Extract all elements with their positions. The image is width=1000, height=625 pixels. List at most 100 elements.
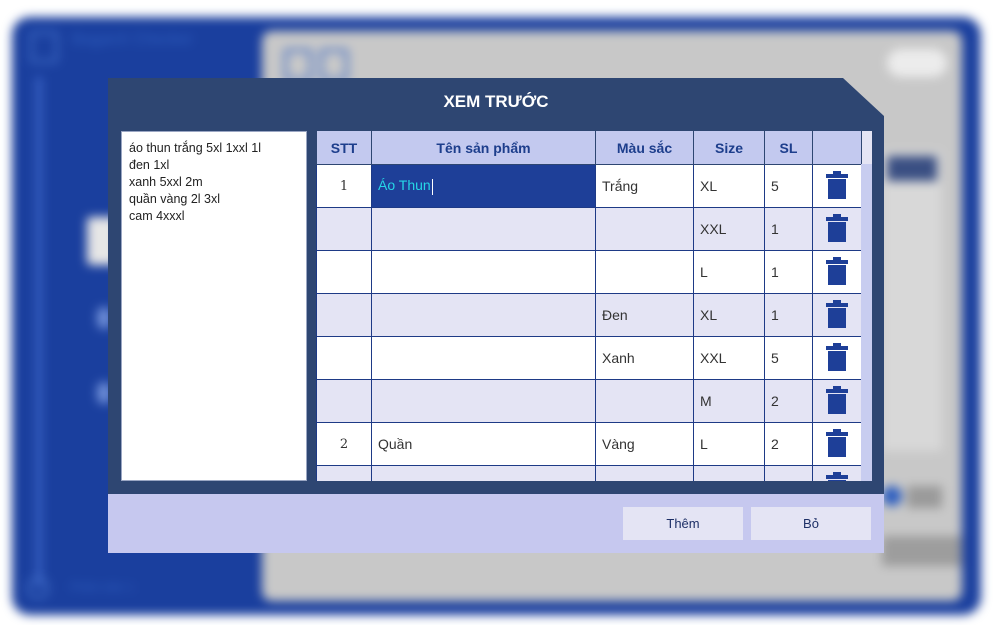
- delete-cell: [812, 422, 862, 466]
- background-button: [907, 486, 942, 508]
- preview-table-container: STT Tên sản phẩm Màu sắc Size SL 1 Áo Thu…: [316, 131, 872, 481]
- quantity-cell[interactable]: 1: [764, 293, 813, 337]
- file-icon: [284, 49, 312, 81]
- quantity-cell[interactable]: 5: [764, 336, 813, 380]
- input-line: cam 4xxxl: [129, 209, 185, 223]
- product-name-cell[interactable]: Áo Thun: [371, 164, 596, 208]
- delete-cell: [812, 207, 862, 251]
- table-row[interactable]: Đen XL 1: [316, 293, 862, 337]
- input-line: đen 1xl: [129, 158, 170, 172]
- app-logo-icon: [30, 31, 58, 63]
- trash-icon[interactable]: [826, 428, 848, 460]
- product-name-cell[interactable]: [371, 293, 596, 337]
- trash-icon[interactable]: [826, 342, 848, 374]
- input-line: xanh 5xxl 2m: [129, 175, 203, 189]
- stt-cell[interactable]: 1: [316, 164, 372, 208]
- input-line: áo thun trắng 5xl 1xxl 1l: [129, 141, 262, 155]
- version-text: Phiên bản 1: [70, 580, 135, 594]
- table-row[interactable]: XXL 1: [316, 207, 862, 251]
- delete-cell: [812, 379, 862, 423]
- size-cell[interactable]: L: [693, 250, 765, 294]
- size-cell[interactable]: XL: [693, 293, 765, 337]
- stt-cell[interactable]: [316, 379, 372, 423]
- delete-cell: [812, 164, 862, 208]
- table-row[interactable]: [316, 465, 862, 481]
- trash-icon[interactable]: [826, 471, 848, 481]
- color-cell[interactable]: Vàng: [595, 422, 694, 466]
- size-cell[interactable]: XL: [693, 164, 765, 208]
- size-cell[interactable]: M: [693, 379, 765, 423]
- background-button: [882, 536, 962, 566]
- product-name-cell[interactable]: [371, 207, 596, 251]
- color-cell[interactable]: Xanh: [595, 336, 694, 380]
- product-name-cell[interactable]: [371, 465, 596, 481]
- trash-icon[interactable]: [826, 213, 848, 245]
- input-line: quần vàng 2l 3xl: [129, 192, 221, 206]
- table-row[interactable]: M2: [316, 379, 862, 423]
- stt-cell[interactable]: [316, 293, 372, 337]
- trash-icon[interactable]: [826, 385, 848, 417]
- stt-cell[interactable]: 2: [316, 422, 372, 466]
- stt-cell[interactable]: [316, 250, 372, 294]
- text-cursor: [431, 178, 433, 195]
- background-dot: [882, 486, 902, 506]
- header-stt: STT: [316, 131, 372, 165]
- stt-cell[interactable]: [316, 336, 372, 380]
- preview-table: STT Tên sản phẩm Màu sắc Size SL 1 Áo Thu…: [316, 131, 862, 481]
- size-cell[interactable]: XXL: [693, 207, 765, 251]
- delete-cell: [812, 293, 862, 337]
- stt-cell[interactable]: [316, 465, 372, 481]
- toggle: [887, 49, 947, 77]
- sidebar-rail: [36, 77, 42, 587]
- trash-icon[interactable]: [826, 299, 848, 331]
- color-cell[interactable]: Trắng: [595, 164, 694, 208]
- product-name-text: Áo Thun: [378, 177, 431, 194]
- table-scrollbar[interactable]: [861, 164, 872, 481]
- size-cell[interactable]: L: [693, 422, 765, 466]
- size-cell[interactable]: [693, 465, 765, 481]
- dialog-title: XEM TRƯỚC: [443, 92, 549, 111]
- color-cell[interactable]: Đen: [595, 293, 694, 337]
- trash-icon[interactable]: [826, 256, 848, 288]
- background-list: [882, 151, 942, 451]
- product-name-cell[interactable]: Quần: [371, 422, 596, 466]
- cancel-button[interactable]: Bỏ: [751, 507, 871, 540]
- quantity-cell[interactable]: [764, 465, 813, 481]
- color-cell[interactable]: [595, 207, 694, 251]
- header-actions: [812, 131, 862, 165]
- product-name-cell[interactable]: [371, 250, 596, 294]
- delete-cell: [812, 465, 862, 481]
- table-row[interactable]: 2 Quần Vàng L 2: [316, 422, 862, 466]
- table-row[interactable]: L1: [316, 250, 862, 294]
- header-product-name: Tên sản phẩm: [371, 131, 596, 165]
- quantity-cell[interactable]: 1: [764, 250, 813, 294]
- version-icon: [27, 577, 49, 599]
- trash-icon[interactable]: [826, 170, 848, 202]
- order-text-input[interactable]: áo thun trắng 5xl 1xxl 1l đen 1xl xanh 5…: [121, 131, 307, 481]
- stt-cell[interactable]: [316, 207, 372, 251]
- quantity-cell[interactable]: 1: [764, 207, 813, 251]
- background-header: [887, 156, 937, 181]
- product-name-cell[interactable]: [371, 379, 596, 423]
- header-quantity: SL: [764, 131, 813, 165]
- add-button[interactable]: Thêm: [623, 507, 743, 540]
- color-cell[interactable]: [595, 465, 694, 481]
- dialog-footer: Thêm Bỏ: [108, 494, 884, 553]
- color-cell[interactable]: [595, 379, 694, 423]
- quantity-cell[interactable]: 2: [764, 422, 813, 466]
- color-cell[interactable]: [595, 250, 694, 294]
- header-size: Size: [693, 131, 765, 165]
- table-header-row: STT Tên sản phẩm Màu sắc Size SL: [316, 131, 862, 165]
- dialog-body: XEM TRƯỚC áo thun trắng 5xl 1xxl 1l đen …: [108, 78, 884, 494]
- size-cell[interactable]: XXL: [693, 336, 765, 380]
- header-color: Màu sắc: [595, 131, 694, 165]
- background-app-title: BaganX Checker: [72, 31, 193, 48]
- quantity-cell[interactable]: 2: [764, 379, 813, 423]
- delete-cell: [812, 250, 862, 294]
- product-name-cell[interactable]: [371, 336, 596, 380]
- table-row[interactable]: 1 Áo Thun Trắng XL 5: [316, 164, 862, 208]
- delete-cell: [812, 336, 862, 380]
- quantity-cell[interactable]: 5: [764, 164, 813, 208]
- table-row[interactable]: Xanh XXL 5: [316, 336, 862, 380]
- file-icon: [320, 49, 348, 81]
